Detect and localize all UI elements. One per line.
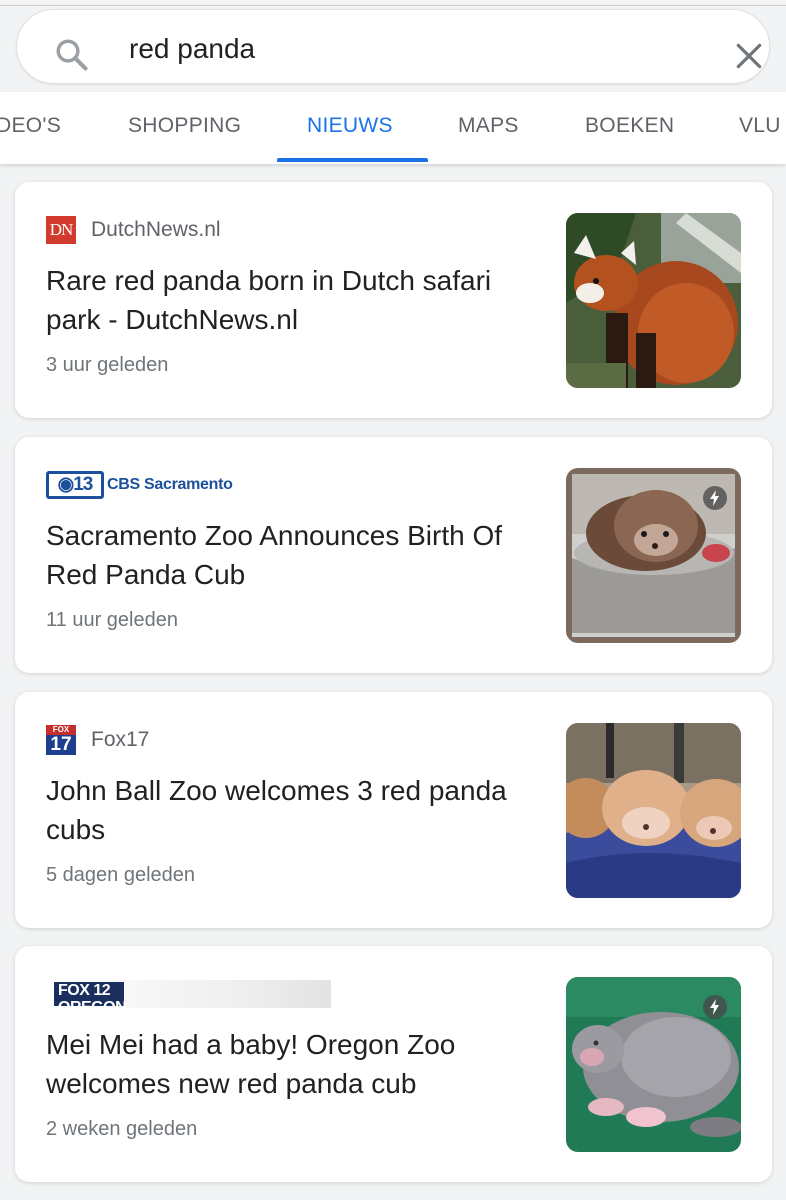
news-time: 5 dagen geleden: [46, 864, 196, 886]
search-tabs: DEO'S SHOPPING NIEUWS MAPS BOEKEN VLU: [0, 92, 786, 164]
fox17-logo: FOX 17: [46, 725, 76, 755]
source-name: CBS Sacramento: [107, 476, 233, 493]
news-source: FOX 17 Fox17: [46, 725, 149, 755]
news-time: 2 weken geleden: [46, 1118, 198, 1140]
dutchnews-logo: DN: [46, 216, 76, 244]
news-thumbnail[interactable]: [566, 723, 741, 898]
source-name: DutchNews.nl: [91, 218, 221, 241]
news-card[interactable]: ◉ 13 CBS Sacramento Sacramento Zoo Announ…: [15, 437, 772, 673]
tab-books[interactable]: BOEKEN: [585, 114, 674, 138]
search-icon[interactable]: [53, 36, 91, 74]
news-card[interactable]: FOX 17 Fox17 John Ball Zoo welcomes 3 re…: [15, 692, 772, 928]
news-source: DN DutchNews.nl: [46, 215, 221, 245]
top-divider: [0, 5, 786, 6]
news-headline[interactable]: Rare red panda born in Dutch safari park…: [46, 261, 546, 339]
news-time: 11 uur geleden: [46, 609, 178, 631]
cbs-13-badge: ◉ 13: [46, 471, 104, 499]
tab-news[interactable]: NIEUWS: [307, 114, 393, 138]
news-headline[interactable]: Sacramento Zoo Announces Birth Of Red Pa…: [46, 516, 546, 594]
news-thumbnail[interactable]: [566, 977, 741, 1152]
news-source: FOX 12 OREGON: [46, 979, 331, 1016]
search-bar[interactable]: [16, 9, 770, 84]
red-panda-cubs-photo: [566, 723, 741, 898]
tab-shopping[interactable]: SHOPPING: [128, 114, 241, 138]
source-name: Fox17: [91, 728, 150, 751]
news-headline[interactable]: John Ball Zoo welcomes 3 red panda cubs: [46, 771, 546, 849]
tab-maps[interactable]: MAPS: [458, 114, 519, 138]
tab-flights[interactable]: VLU: [739, 114, 781, 138]
fox12-oregon-logo: FOX 12 OREGON: [46, 980, 331, 1016]
news-card[interactable]: DN DutchNews.nl Rare red panda born in D…: [15, 182, 772, 418]
news-card[interactable]: FOX 12 OREGON Mei Mei had a baby! Oregon…: [15, 946, 772, 1182]
news-source: ◉ 13 CBS Sacramento: [46, 470, 233, 500]
tab-videos[interactable]: DEO'S: [0, 114, 61, 138]
news-thumbnail[interactable]: [566, 468, 741, 643]
news-thumbnail[interactable]: [566, 213, 741, 388]
amp-lightning-icon: [703, 995, 727, 1019]
news-headline[interactable]: Mei Mei had a baby! Oregon Zoo welcomes …: [46, 1025, 546, 1103]
red-panda-photo: [566, 213, 741, 388]
amp-lightning-icon: [703, 486, 727, 510]
news-time: 3 uur geleden: [46, 354, 169, 376]
cbs-sacramento-logo: ◉ 13 CBS Sacramento: [46, 471, 233, 499]
fox12-badge: FOX 12 OREGON: [54, 982, 127, 1016]
close-icon[interactable]: [733, 40, 765, 72]
search-input[interactable]: [129, 30, 689, 68]
active-tab-indicator: [277, 158, 428, 162]
